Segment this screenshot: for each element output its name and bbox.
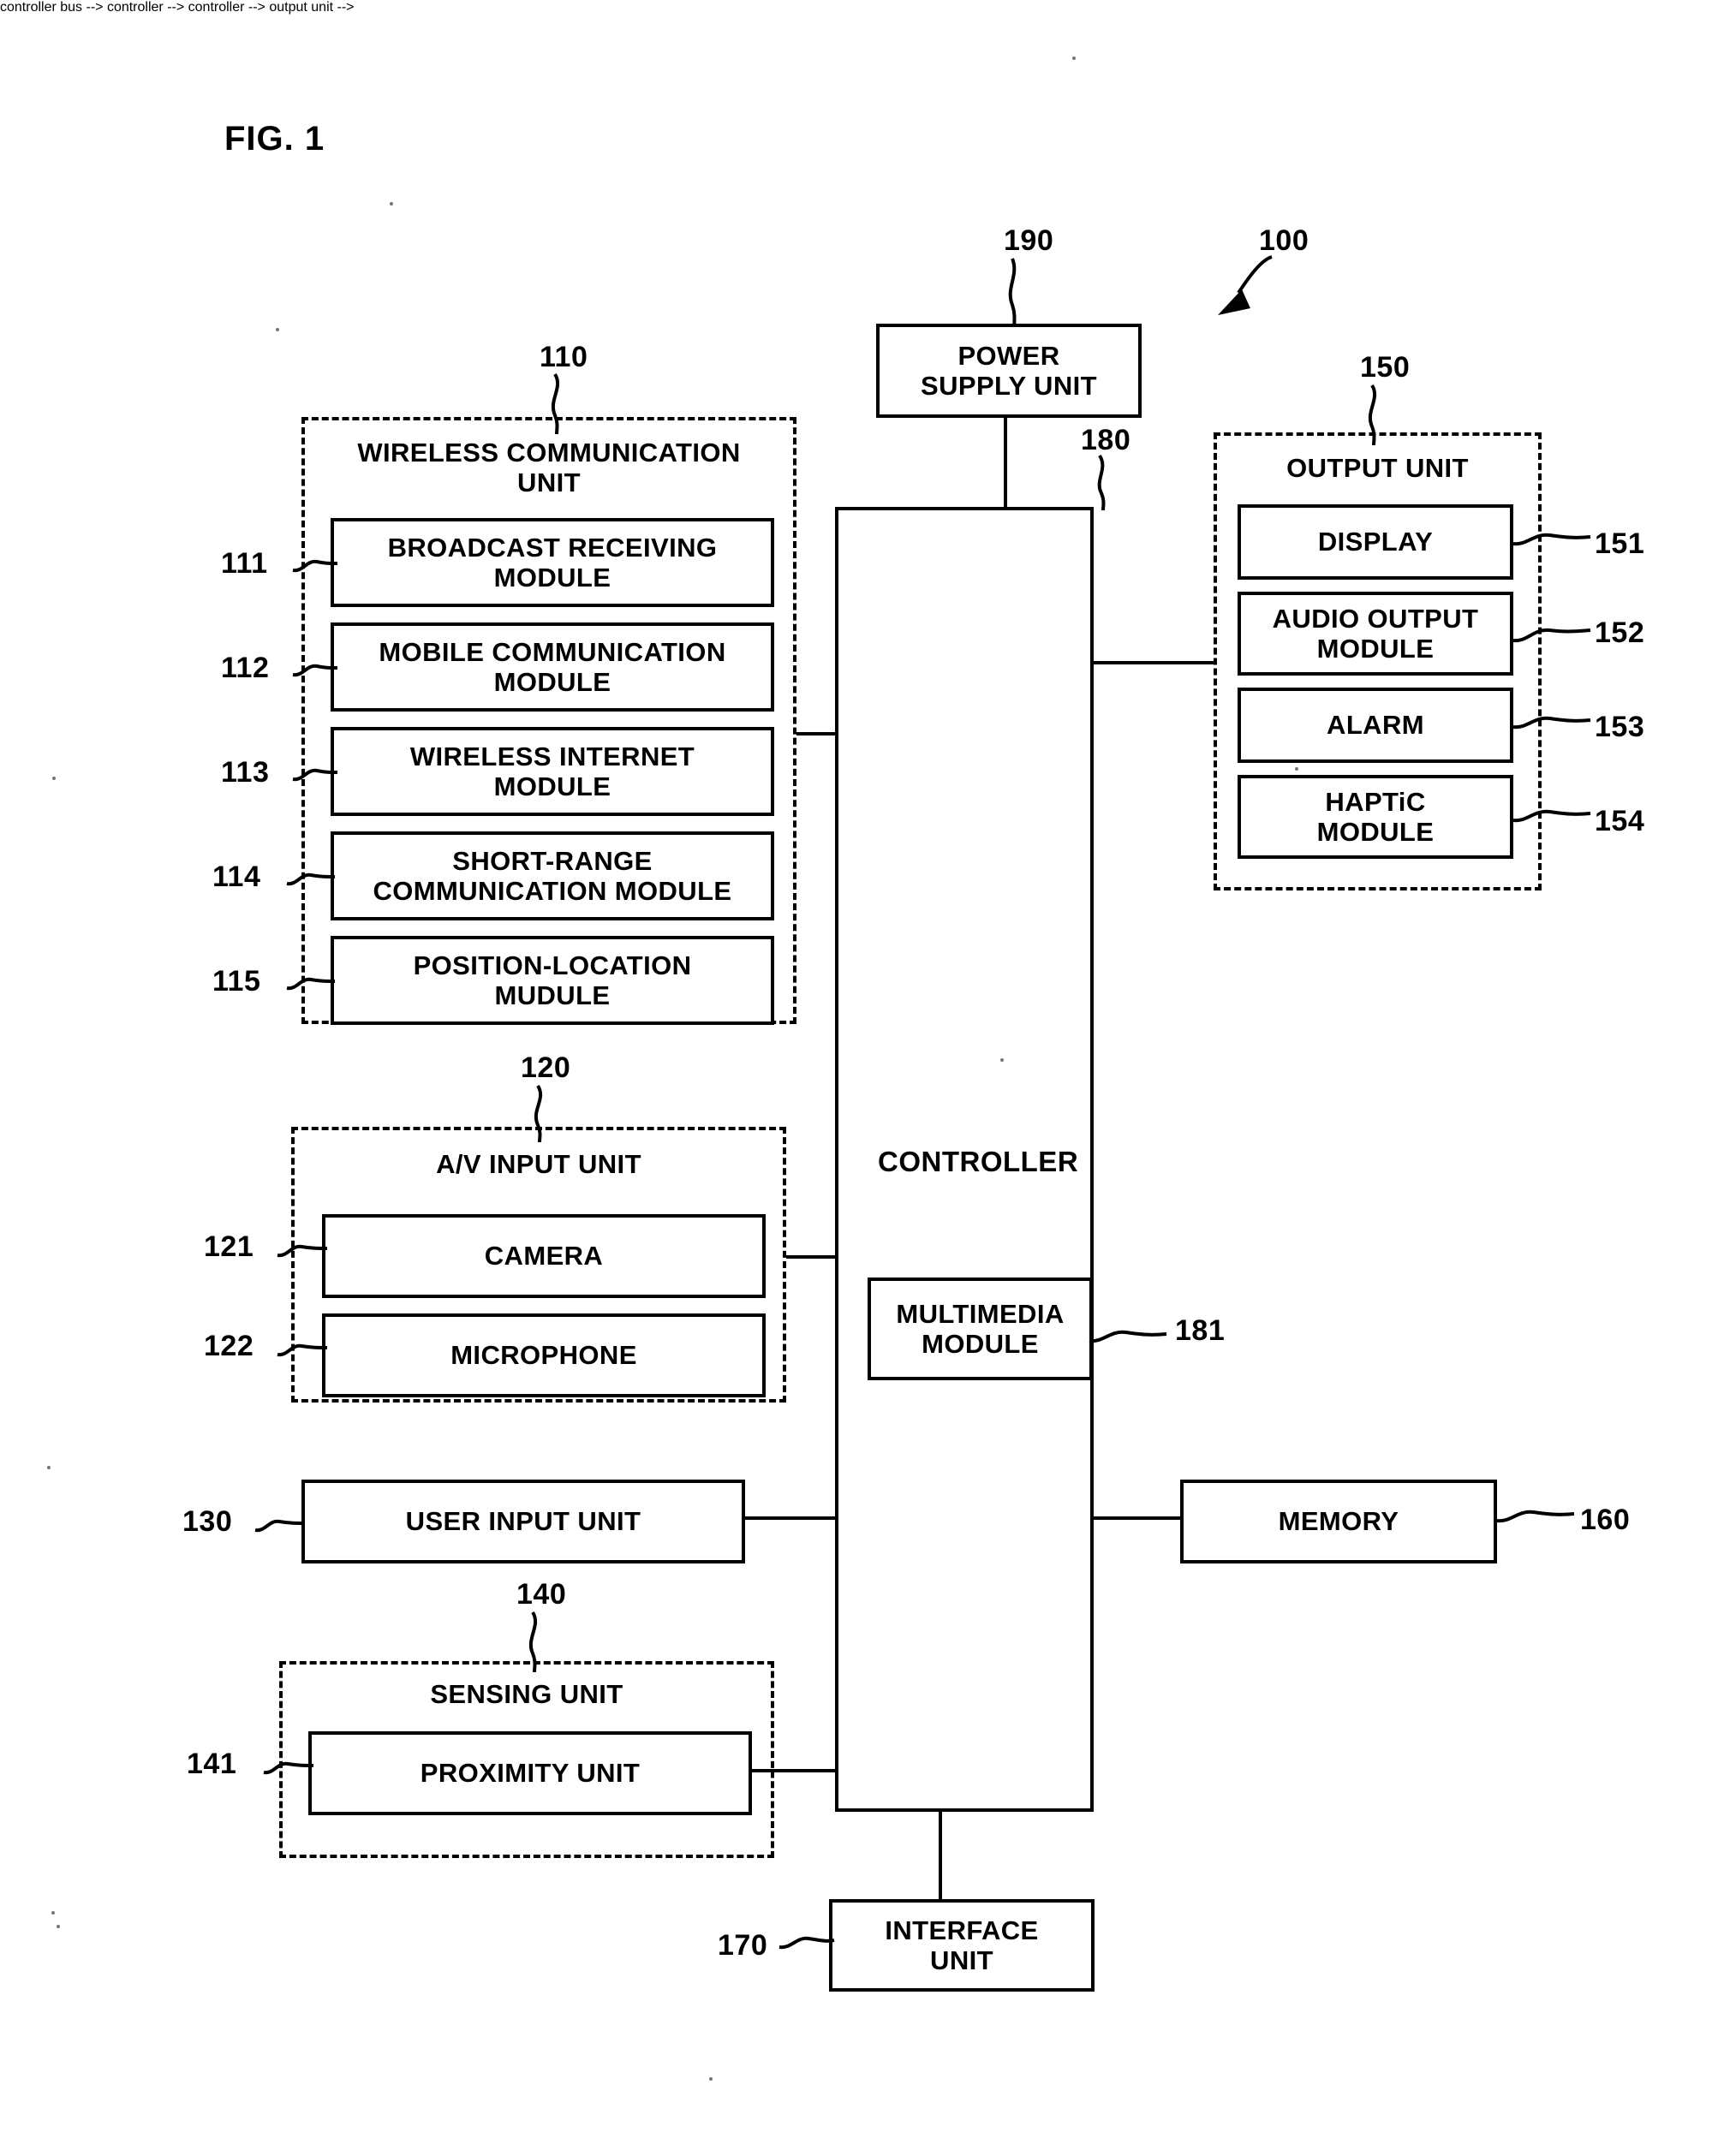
display-box[interactable]: DISPLAY xyxy=(1238,504,1513,580)
line-power-to-controller xyxy=(1004,416,1007,509)
line-wireless-to-controller xyxy=(796,732,838,736)
device-callout-arrow xyxy=(1218,255,1273,315)
mobile-communication-module-label: MOBILE COMMUNICATION MODULE xyxy=(379,636,726,697)
line-av-to-controller xyxy=(786,1255,838,1259)
leader-180 xyxy=(1097,454,1106,511)
ref-115: 115 xyxy=(212,965,261,998)
ref-114: 114 xyxy=(212,861,261,893)
ref-100: 100 xyxy=(1259,224,1309,257)
page-title: FIG. 1 xyxy=(224,120,325,158)
ref-160: 160 xyxy=(1580,1504,1631,1536)
controller-label: CONTROLLER xyxy=(878,1146,1079,1177)
short-range-communication-module-box[interactable]: SHORT-RANGE COMMUNICATION MODULE xyxy=(331,831,774,920)
multimedia-module-box[interactable]: MULTIMEDIA MODULE xyxy=(868,1278,1093,1380)
scan-speck xyxy=(52,777,56,780)
ref-152: 152 xyxy=(1595,616,1645,649)
scan-speck xyxy=(47,1466,51,1469)
ref-113: 113 xyxy=(221,756,270,789)
line-controller-to-memory xyxy=(1094,1516,1180,1520)
power-supply-unit-label: POWER SUPPLY UNIT xyxy=(921,340,1097,401)
scan-speck xyxy=(709,2077,713,2081)
ref-140: 140 xyxy=(516,1578,567,1611)
ref-122: 122 xyxy=(204,1330,254,1362)
wireless-communication-unit-group xyxy=(301,417,796,1024)
audio-output-module-box[interactable]: AUDIO OUTPUT MODULE xyxy=(1238,592,1513,676)
line-sensing-to-controller xyxy=(752,1769,838,1772)
ref-180: 180 xyxy=(1081,424,1131,456)
position-location-module-box[interactable]: POSITION-LOCATION MUDULE xyxy=(331,936,774,1025)
haptic-module-label: HAPTiC MODULE xyxy=(1316,786,1435,847)
microphone-box[interactable]: MICROPHONE xyxy=(322,1313,766,1397)
position-location-module-label: POSITION-LOCATION MUDULE xyxy=(413,950,692,1010)
av-input-unit-title: A/V INPUT UNIT xyxy=(436,1149,641,1179)
camera-label: CAMERA xyxy=(484,1241,604,1272)
multimedia-module-label: MULTIMEDIA MODULE xyxy=(896,1298,1065,1359)
ref-111: 111 xyxy=(221,547,268,580)
proximity-unit-box[interactable]: PROXIMITY UNIT xyxy=(308,1731,752,1815)
ref-130: 130 xyxy=(182,1505,233,1538)
scan-speck xyxy=(276,328,279,331)
audio-output-module-label: AUDIO OUTPUT MODULE xyxy=(1272,603,1479,664)
scan-speck xyxy=(1000,1058,1004,1062)
line-controller-to-output xyxy=(1094,661,1214,664)
wireless-internet-module-label: WIRELESS INTERNET MODULE xyxy=(409,741,695,801)
ref-141: 141 xyxy=(187,1748,237,1780)
leader-170 xyxy=(778,1936,835,1950)
sensing-unit-title: SENSING UNIT xyxy=(430,1679,623,1709)
user-input-unit-box[interactable]: USER INPUT UNIT xyxy=(301,1480,745,1563)
leader-181 xyxy=(1089,1330,1167,1343)
ref-190: 190 xyxy=(1004,224,1054,257)
ref-154: 154 xyxy=(1595,805,1645,837)
broadcast-receiving-module-label: BROADCAST RECEIVING MODULE xyxy=(387,532,718,593)
scan-speck xyxy=(51,1911,55,1915)
alarm-box[interactable]: ALARM xyxy=(1238,688,1513,763)
leader-160 xyxy=(1496,1510,1575,1523)
line-userinput-to-controller xyxy=(745,1516,838,1520)
ref-151: 151 xyxy=(1595,527,1645,560)
memory-label: MEMORY xyxy=(1278,1506,1399,1537)
interface-unit-box[interactable]: INTERFACE UNIT xyxy=(829,1899,1095,1992)
ref-170: 170 xyxy=(718,1929,768,1962)
scan-speck xyxy=(1072,57,1076,60)
ref-121: 121 xyxy=(204,1230,254,1263)
memory-box[interactable]: MEMORY xyxy=(1180,1480,1497,1563)
mobile-communication-module-box[interactable]: MOBILE COMMUNICATION MODULE xyxy=(331,622,774,712)
ref-153: 153 xyxy=(1595,711,1645,743)
wireless-communication-unit-title: WIRELESS COMMUNICATION UNIT xyxy=(357,438,741,497)
line-controller-to-interface xyxy=(939,1812,942,1901)
alarm-label: ALARM xyxy=(1327,710,1424,741)
scan-speck xyxy=(390,202,393,205)
ref-112: 112 xyxy=(221,652,270,684)
scan-speck xyxy=(57,1925,60,1928)
ref-181: 181 xyxy=(1175,1314,1226,1347)
display-label: DISPLAY xyxy=(1317,527,1434,557)
interface-unit-label: INTERFACE UNIT xyxy=(885,1915,1039,1975)
proximity-unit-label: PROXIMITY UNIT xyxy=(420,1758,641,1789)
ref-150: 150 xyxy=(1360,351,1411,384)
power-supply-unit-box[interactable]: POWER SUPPLY UNIT xyxy=(876,324,1142,418)
output-unit-title: OUTPUT UNIT xyxy=(1286,453,1469,483)
broadcast-receiving-module-box[interactable]: BROADCAST RECEIVING MODULE xyxy=(331,518,774,607)
ref-120: 120 xyxy=(521,1051,571,1084)
user-input-unit-label: USER INPUT UNIT xyxy=(405,1506,641,1537)
figure-canvas: FIG. 1 100 190 POWER SUPPLY UNIT 180 CON… xyxy=(0,0,1724,2156)
microphone-label: MICROPHONE xyxy=(450,1340,637,1371)
camera-box[interactable]: CAMERA xyxy=(322,1214,766,1298)
short-range-communication-module-label: SHORT-RANGE COMMUNICATION MODULE xyxy=(373,845,732,906)
leader-130 xyxy=(254,1519,306,1533)
haptic-module-box[interactable]: HAPTiC MODULE xyxy=(1238,775,1513,859)
scan-speck xyxy=(1295,767,1298,771)
wireless-internet-module-box[interactable]: WIRELESS INTERNET MODULE xyxy=(331,727,774,816)
leader-190 xyxy=(1008,258,1017,331)
ref-110: 110 xyxy=(540,341,588,373)
